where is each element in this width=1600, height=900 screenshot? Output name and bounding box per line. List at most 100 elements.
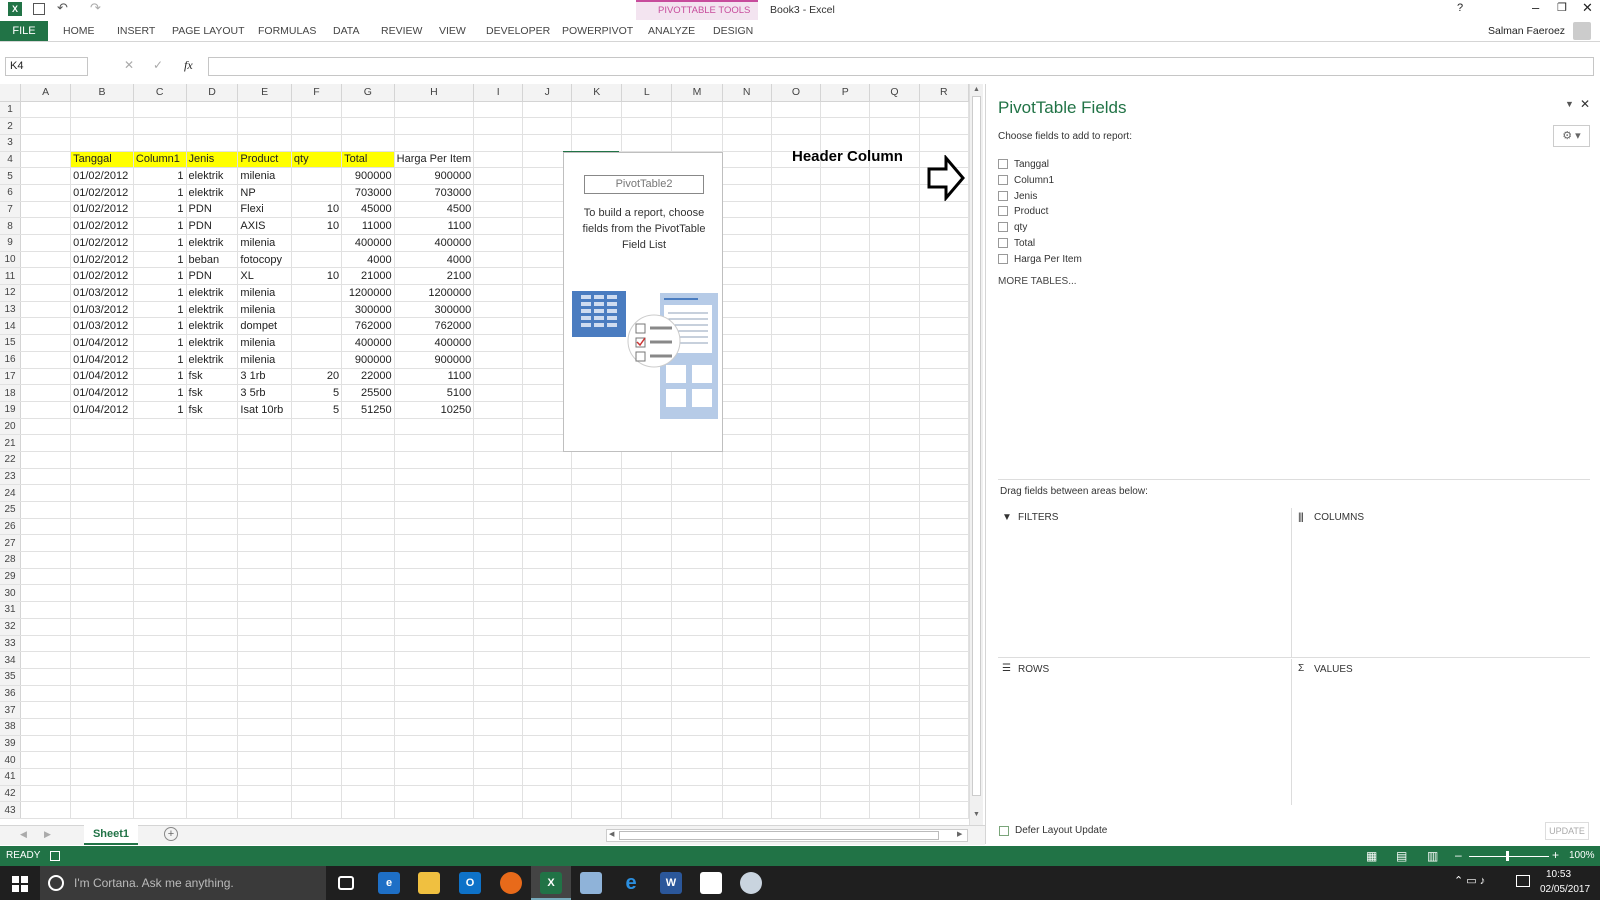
cell[interactable]: 45000 xyxy=(341,201,395,219)
cell[interactable] xyxy=(394,685,475,703)
cell[interactable] xyxy=(20,368,72,386)
tab-analyze[interactable]: ANALYZE xyxy=(648,25,695,37)
cell[interactable] xyxy=(919,117,969,135)
cell[interactable] xyxy=(621,117,673,135)
page-break-view-icon[interactable]: ▥ xyxy=(1427,849,1438,863)
close-button[interactable]: ✕ xyxy=(1582,0,1593,16)
cell[interactable] xyxy=(186,451,239,469)
field-item-column1[interactable]: Column1 xyxy=(998,175,1054,186)
cell[interactable] xyxy=(820,501,871,519)
tab-page-layout[interactable]: PAGE LAYOUT xyxy=(172,25,245,37)
cell[interactable] xyxy=(621,785,673,803)
cell[interactable]: 400000 xyxy=(341,234,395,252)
cell[interactable]: 01/04/2012 xyxy=(70,351,134,369)
cell[interactable] xyxy=(722,668,772,686)
cell[interactable] xyxy=(473,601,524,619)
cell[interactable] xyxy=(20,401,72,419)
cell[interactable] xyxy=(133,501,187,519)
cell[interactable] xyxy=(919,101,969,119)
cell[interactable] xyxy=(571,718,623,736)
notification-icon[interactable] xyxy=(1516,875,1530,887)
column-header-h[interactable]: H xyxy=(394,84,475,102)
cell[interactable] xyxy=(70,584,134,603)
cell[interactable] xyxy=(341,101,395,119)
cell[interactable] xyxy=(869,434,920,452)
cell[interactable] xyxy=(20,201,72,219)
cell[interactable] xyxy=(394,518,475,536)
column-header-g[interactable]: G xyxy=(341,84,395,102)
cell[interactable] xyxy=(571,484,623,502)
cell[interactable]: Harga Per Item xyxy=(394,151,475,169)
cell[interactable] xyxy=(341,501,395,519)
cell[interactable] xyxy=(820,267,871,286)
cell[interactable] xyxy=(671,651,723,669)
internet-explorer-icon[interactable]: e xyxy=(620,872,642,894)
cell[interactable] xyxy=(20,701,72,719)
cell[interactable] xyxy=(291,568,343,586)
cell[interactable] xyxy=(20,134,72,152)
column-header-a[interactable]: A xyxy=(20,84,72,102)
cell[interactable] xyxy=(571,551,623,569)
cell[interactable] xyxy=(869,234,920,252)
cell[interactable] xyxy=(186,801,239,820)
cell[interactable] xyxy=(133,584,187,603)
paint-icon[interactable] xyxy=(740,872,762,894)
cell[interactable] xyxy=(473,551,524,569)
cell[interactable] xyxy=(186,117,239,135)
cell[interactable] xyxy=(237,117,292,135)
cell[interactable] xyxy=(394,701,475,719)
cell[interactable] xyxy=(473,317,524,336)
cell[interactable] xyxy=(522,768,573,786)
cell[interactable] xyxy=(571,501,623,519)
cell[interactable] xyxy=(771,751,822,769)
insert-function-icon[interactable]: fx xyxy=(184,58,193,73)
cell[interactable] xyxy=(394,601,475,619)
cell[interactable]: 703000 xyxy=(394,184,475,202)
cell[interactable] xyxy=(869,468,920,486)
cell[interactable] xyxy=(70,751,134,769)
column-header-o[interactable]: O xyxy=(771,84,822,102)
cell[interactable] xyxy=(671,568,723,586)
cell[interactable] xyxy=(341,601,395,619)
cell[interactable] xyxy=(473,234,524,252)
cell[interactable]: 1 xyxy=(133,251,187,269)
cell[interactable]: 01/02/2012 xyxy=(70,201,134,219)
cell[interactable]: 1 xyxy=(133,217,187,235)
cell[interactable]: qty xyxy=(291,151,343,169)
cell[interactable]: 1 xyxy=(133,317,187,336)
cell[interactable] xyxy=(70,718,134,736)
row-header[interactable]: 15 xyxy=(0,334,22,352)
cell[interactable] xyxy=(869,501,920,519)
cell[interactable] xyxy=(291,735,343,753)
cell[interactable]: 4000 xyxy=(341,251,395,269)
cell[interactable] xyxy=(671,735,723,753)
tab-scroll-right-icon[interactable]: ▶ xyxy=(44,829,51,840)
cell[interactable] xyxy=(820,635,871,653)
cell[interactable] xyxy=(341,735,395,753)
row-header[interactable]: 3 xyxy=(0,134,22,152)
zoom-out-icon[interactable]: – xyxy=(1455,848,1462,862)
cell[interactable] xyxy=(722,301,772,319)
cell[interactable] xyxy=(771,501,822,519)
cell[interactable] xyxy=(621,701,673,719)
cell[interactable] xyxy=(341,551,395,569)
cell[interactable] xyxy=(771,284,822,302)
cell[interactable] xyxy=(522,101,573,119)
cell[interactable] xyxy=(70,635,134,653)
cell[interactable] xyxy=(771,685,822,703)
tab-powerpivot[interactable]: POWERPIVOT xyxy=(562,25,633,37)
cell[interactable] xyxy=(671,618,723,636)
cell[interactable] xyxy=(473,751,524,769)
cell[interactable] xyxy=(20,584,72,603)
cell[interactable] xyxy=(820,534,871,553)
cortana-search[interactable]: I'm Cortana. Ask me anything. xyxy=(40,866,326,900)
cell[interactable] xyxy=(919,484,969,502)
cell[interactable]: 20 xyxy=(291,368,343,386)
cell[interactable] xyxy=(621,601,673,619)
cell[interactable] xyxy=(473,284,524,302)
checkbox[interactable] xyxy=(998,238,1008,249)
cell[interactable]: 01/02/2012 xyxy=(70,167,134,185)
cell[interactable] xyxy=(722,635,772,653)
cell[interactable]: Isat 10rb xyxy=(237,401,292,419)
cell[interactable] xyxy=(473,501,524,519)
